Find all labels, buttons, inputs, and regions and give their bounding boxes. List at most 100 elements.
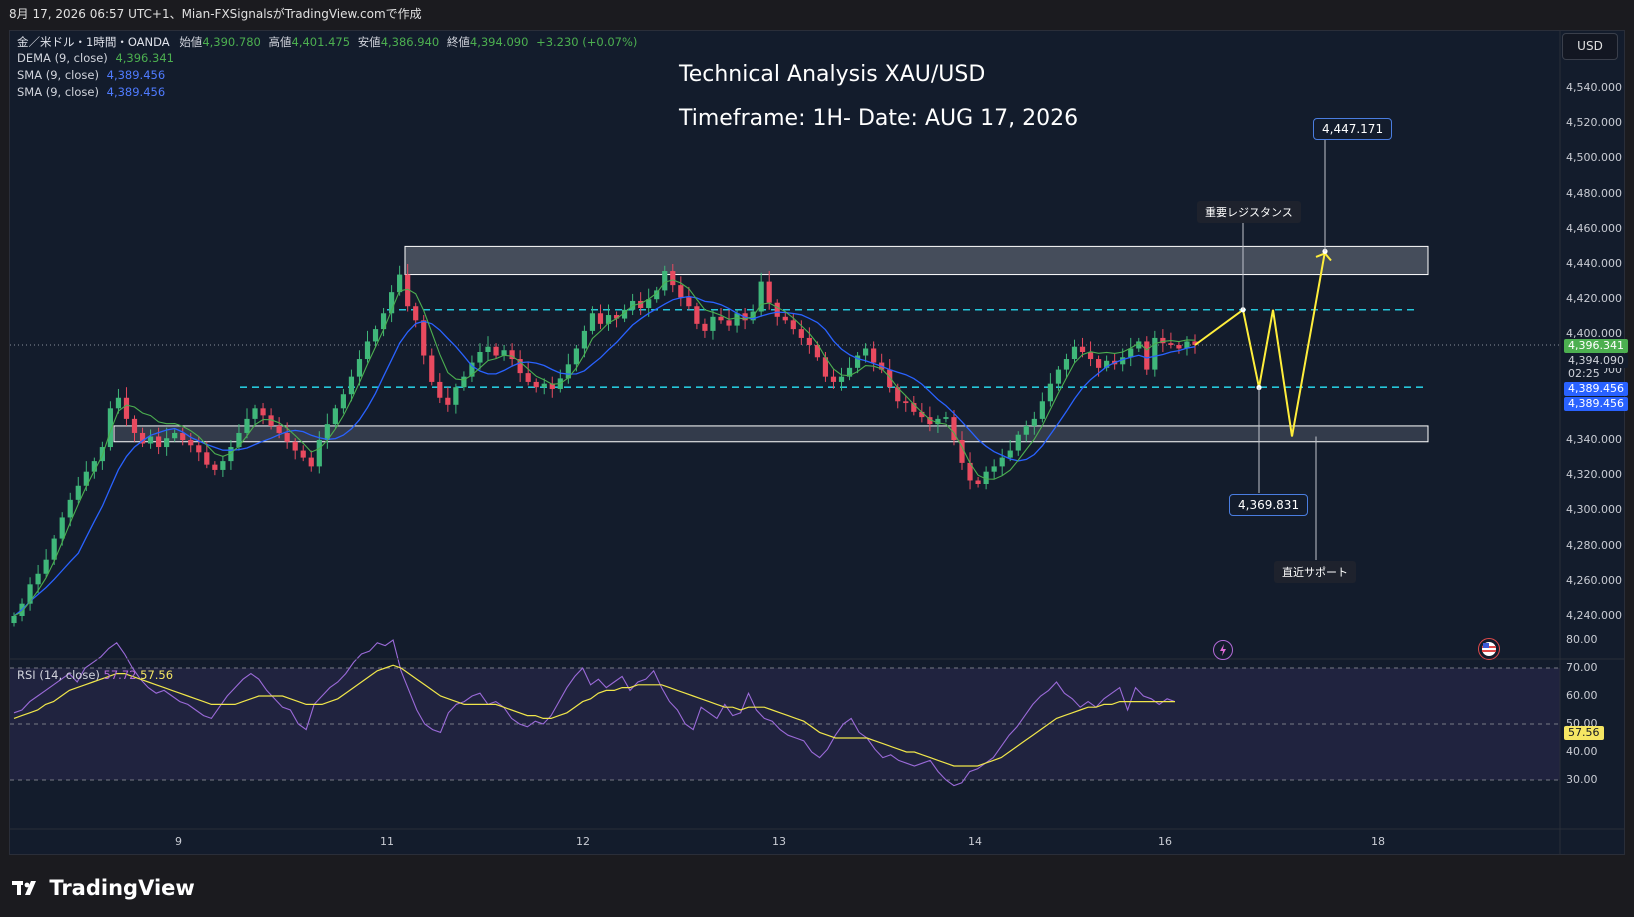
candle-body [1095,359,1102,368]
candle-body [991,466,997,472]
candle-body [887,369,893,388]
candle-body [863,348,869,356]
rsi-label: RSI (14, close) [17,668,100,682]
candle-body [131,418,138,433]
candle-body [115,397,122,409]
chart-title: Technical Analysis XAU/USD [679,62,986,87]
candle-body [1047,383,1053,402]
candle-body [838,376,845,382]
candle-body [429,355,435,382]
candle-body [533,381,539,388]
candle-body [244,418,250,433]
candle-body [437,381,443,398]
projection-path [1194,251,1326,437]
candle-body [573,348,579,365]
price-tick-label: 4,240.000 [1566,609,1622,622]
candle-body [188,440,194,446]
candle-body [790,320,796,330]
high-label: 高値 [268,35,292,49]
candle-body [292,441,298,451]
sma-price-tag-1: 4,389.456 [1564,382,1628,396]
candle-body [1079,346,1086,352]
rsi-legend[interactable]: RSI (14, close) 57.72 57.56 [17,668,173,682]
pullback-price-label[interactable]: 4,369.831 [1229,494,1309,516]
candle-body [204,452,210,465]
price-tick-label: 4,420.000 [1566,292,1622,306]
indicator-name: SMA (9, close) [17,85,99,99]
tradingview-logo[interactable]: TradingView [12,876,195,900]
candle-body [1176,344,1182,349]
open-value: 4,390.780 [202,35,261,49]
resistance-zone [404,245,1429,276]
symbol-name[interactable]: 金／米ドル・1時間・OANDA [17,35,170,49]
candle-body [830,376,837,382]
high-value: 4,401.475 [291,35,351,49]
candle-body [678,285,684,298]
candle-body [348,376,355,395]
candle-body [1031,418,1037,426]
target-price-label[interactable]: 4,447.171 [1313,118,1393,140]
us-flag-icon[interactable] [1478,638,1500,660]
candle-body [589,313,596,331]
candle-body [694,306,700,324]
low-label: 安値 [357,35,381,49]
support-note[interactable]: 直近サポート [1274,561,1356,583]
indicator-dema[interactable]: DEMA (9, close) 4,396.341 [17,51,178,65]
candle-body [397,274,403,293]
candle-body [35,573,41,585]
rsi-tick-label: 70.00 [1566,661,1598,674]
time-tick-label: 16 [1158,835,1172,848]
currency-button[interactable]: USD [1562,33,1618,60]
candle-body [212,464,218,470]
candle-body [43,559,49,574]
sma-line [13,295,1196,617]
resistance-note[interactable]: 重要レジスタンス [1197,201,1301,223]
candle-body [734,313,740,326]
price-tick-label: 4,260.000 [1566,573,1622,587]
candle-body [975,480,981,484]
candle-body [710,316,716,331]
candle-body [284,432,290,442]
candle-body [316,440,322,467]
candle-body [999,457,1005,467]
rsi-value: 57.72 [103,668,137,682]
candle-body [686,297,692,307]
indicator-value: 4,389.456 [106,85,166,99]
price-tick-label: 4,320.000 [1566,468,1622,482]
rsi-tick-label: 80.00 [1566,633,1598,646]
candle-body [372,329,379,342]
candle-body [364,341,371,360]
time-tick-label: 18 [1371,835,1385,848]
candle-body [1007,450,1013,458]
indicator-sma-2[interactable]: SMA (9, close) 4,389.456 [17,85,169,99]
candle-body [196,445,202,453]
candle-body [597,313,604,324]
change-value: +3.230 (+0.07%) [536,35,638,49]
candle-body [718,316,724,321]
lightning-icon[interactable] [1213,640,1233,660]
rsi-value-tag: 57.56 [1564,726,1604,740]
candle-body [147,436,154,444]
candle-body [1168,343,1174,345]
candle-body [501,350,507,356]
candle-body [356,359,363,377]
chart-subtitle: Timeframe: 1H- Date: AUG 17, 2026 [679,106,1079,131]
candle-body [67,499,73,518]
brand-name: TradingView [49,876,195,900]
candle-body [332,408,338,425]
time-tick-label: 12 [576,835,590,848]
candle-body [702,323,708,331]
indicator-sma-1[interactable]: SMA (9, close) 4,389.456 [17,68,169,82]
candle-body [477,352,483,363]
rsi-tick-label: 60.00 [1566,689,1598,702]
candle-body [252,408,258,419]
candle-body [525,373,531,382]
candle-body [59,517,65,539]
dema-price-tag: 4,396.341 [1564,339,1628,353]
candle-body [1071,346,1078,360]
price-tick-label: 4,440.000 [1566,257,1622,270]
candle-body [172,432,178,439]
indicator-name: SMA (9, close) [17,68,99,82]
candle-body [943,417,949,419]
candle-body [493,346,499,356]
